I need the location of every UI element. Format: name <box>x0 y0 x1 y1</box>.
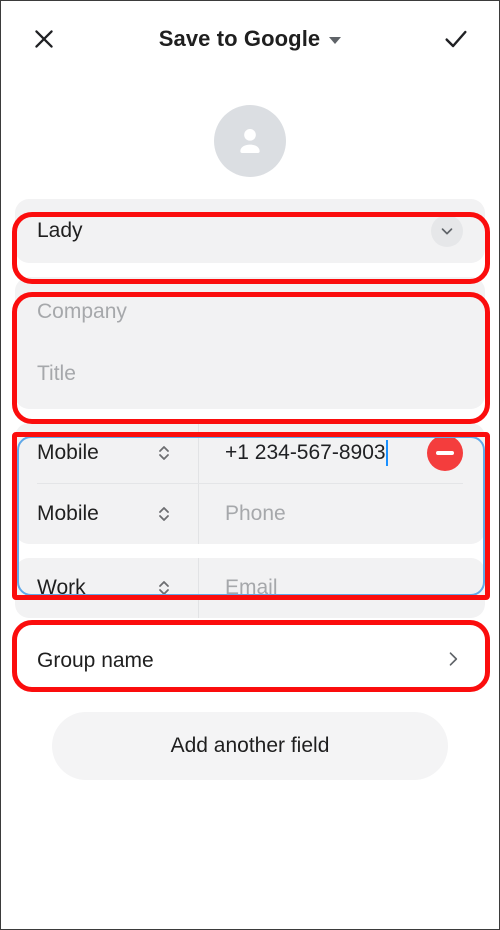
avatar-container <box>1 105 499 177</box>
chevron-down-icon[interactable] <box>431 215 463 247</box>
name-field-area: Lady <box>1 199 499 263</box>
add-field-area: Add another field <box>1 712 499 780</box>
phone-number-value: +1 234-567-8903 <box>225 441 386 464</box>
email-type-label: Work <box>37 576 86 599</box>
contact-save-screen: Save to Google Lady Company Title Mobile… <box>0 0 500 930</box>
add-another-field-button[interactable]: Add another field <box>52 712 448 780</box>
email-placeholder: Email <box>225 576 278 599</box>
caret-down-icon[interactable] <box>329 37 342 44</box>
page-title: Save to Google <box>158 26 321 51</box>
email-field-area: Work Email <box>1 558 499 618</box>
group-name-label: Group name <box>37 649 154 672</box>
chevron-right-icon[interactable] <box>443 649 463 674</box>
name-value: Lady <box>37 219 83 242</box>
name-field[interactable]: Lady <box>15 199 485 263</box>
email-input[interactable]: Email <box>199 558 463 618</box>
phone-placeholder: Phone <box>225 502 286 525</box>
company-placeholder: Company <box>37 300 127 323</box>
up-down-chevron-icon[interactable] <box>156 442 172 464</box>
phone-type-selector[interactable]: Mobile <box>37 423 199 483</box>
close-icon[interactable] <box>27 22 61 56</box>
app-bar-title-group[interactable]: Save to Google <box>61 26 439 52</box>
organization-field-area: Company Title <box>1 277 499 409</box>
group-name-row[interactable]: Group name <box>15 628 485 694</box>
phone-row[interactable]: Mobile Phone <box>15 484 485 544</box>
email-type-selector[interactable]: Work <box>37 558 199 618</box>
check-icon[interactable] <box>439 22 473 56</box>
person-icon <box>240 129 260 153</box>
phone-type-selector[interactable]: Mobile <box>37 484 199 544</box>
phone-field-area: Mobile +1 234-567-8903 Mobile Phone <box>1 423 499 544</box>
email-row[interactable]: Work Email <box>15 558 485 618</box>
email-card: Work Email <box>15 558 485 618</box>
phone-type-label: Mobile <box>37 502 99 525</box>
avatar[interactable] <box>214 105 286 177</box>
company-field[interactable]: Company <box>15 281 485 343</box>
organization-card: Company Title <box>15 277 485 409</box>
phone-card: Mobile +1 234-567-8903 Mobile Phone <box>15 423 485 544</box>
minus-circle-icon[interactable] <box>427 435 463 471</box>
phone-number-input[interactable]: Phone <box>199 484 463 544</box>
up-down-chevron-icon[interactable] <box>156 577 172 599</box>
up-down-chevron-icon[interactable] <box>156 503 172 525</box>
title-placeholder: Title <box>37 362 76 385</box>
title-field[interactable]: Title <box>15 343 485 405</box>
phone-number-input[interactable]: +1 234-567-8903 <box>199 423 417 483</box>
phone-row[interactable]: Mobile +1 234-567-8903 <box>15 423 485 483</box>
minus-bar <box>436 451 454 455</box>
text-cursor <box>385 440 388 466</box>
phone-type-label: Mobile <box>37 441 99 464</box>
app-bar: Save to Google <box>1 1 499 77</box>
